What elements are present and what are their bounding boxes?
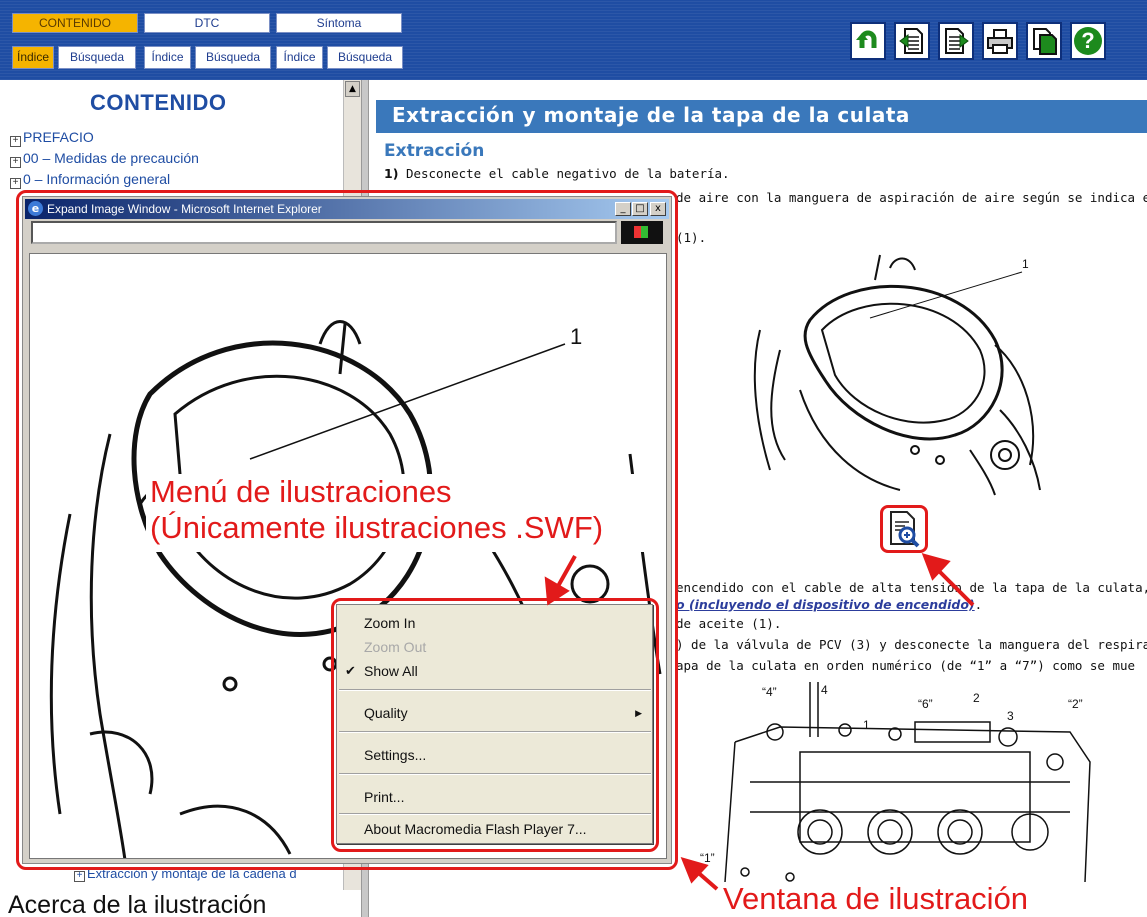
- next-page-button[interactable]: [938, 22, 974, 60]
- expand-icon[interactable]: +: [10, 178, 21, 189]
- figure-label: “4”: [762, 685, 777, 699]
- step-line: 1) Desconecte el cable negativo de la ba…: [384, 166, 730, 181]
- expand-image-button[interactable]: [880, 505, 928, 553]
- menu-annotation-line2: (Únicamente ilustraciones .SWF): [150, 510, 604, 545]
- cylinder-head-figure: “4” 4 1 “6” 2 3 “2” “1”: [700, 682, 1091, 883]
- toc-item-label: 00 – Medidas de precaución: [23, 150, 199, 166]
- cross-ref-link[interactable]: o (incluyendo el dispositivo de encendid…: [676, 597, 982, 612]
- toc-item-medidas[interactable]: +00 – Medidas de precaución: [10, 150, 199, 168]
- copy-button[interactable]: [1026, 22, 1062, 60]
- subtab-busqueda-2[interactable]: Búsqueda: [195, 46, 271, 69]
- step-text: Desconecte el cable negativo de la bater…: [405, 166, 730, 181]
- figure-label: 3: [1007, 709, 1014, 723]
- help-icon: ?: [1074, 27, 1102, 55]
- subtab-indice-3[interactable]: Índice: [276, 46, 323, 69]
- figure-label: “6”: [918, 697, 933, 711]
- print-button[interactable]: [982, 22, 1018, 60]
- toc-item-label: PREFACIO: [23, 129, 94, 145]
- toc-item-label: 0 – Información general: [23, 171, 171, 187]
- bottom-caption: Acerca de la ilustración: [8, 891, 267, 917]
- previous-page-icon: [899, 28, 923, 54]
- expand-icon[interactable]: +: [10, 136, 21, 147]
- cross-ref-link-text[interactable]: o (incluyendo el dispositivo de encendid…: [676, 597, 975, 612]
- subtab-busqueda-1[interactable]: Búsqueda: [58, 46, 136, 69]
- back-button[interactable]: [850, 22, 886, 60]
- previous-page-button[interactable]: [894, 22, 930, 60]
- subtab-indice-2[interactable]: Índice: [144, 46, 191, 69]
- menu-annotation-label: Menú de ilustraciones (Únicamente ilustr…: [146, 474, 666, 552]
- next-page-icon: [945, 28, 969, 54]
- tab-dtc[interactable]: DTC: [144, 13, 270, 33]
- figure-label: “2”: [1068, 697, 1083, 711]
- top-header: CONTENIDO DTC Síntoma Índice Búsqueda Ín…: [0, 0, 1147, 80]
- page-title: Extracción y montaje de la tapa de la cu…: [392, 103, 910, 127]
- figure-label: “1”: [700, 851, 715, 865]
- expand-icon[interactable]: +: [74, 871, 85, 882]
- step-line: (1).: [676, 230, 707, 245]
- tab-contenido[interactable]: CONTENIDO: [12, 13, 138, 33]
- figure-label: 1: [1022, 257, 1029, 271]
- back-icon: [856, 30, 877, 48]
- step-line: de aceite (1).: [676, 616, 782, 631]
- copy-icon: [1033, 28, 1057, 55]
- subtab-busqueda-3[interactable]: Búsqueda: [327, 46, 403, 69]
- window-annotation-label: Ventana de ilustración: [723, 881, 1029, 916]
- step-line: de aire con la manguera de aspiración de…: [676, 190, 1147, 205]
- tab-sintoma[interactable]: Síntoma: [276, 13, 402, 33]
- help-button[interactable]: ?: [1070, 22, 1106, 60]
- toc-item-informacion[interactable]: +0 – Información general: [10, 171, 170, 189]
- menu-highlight-frame: [331, 598, 659, 852]
- engine-figure-1: 1: [753, 254, 1041, 496]
- toc-item-prefacio[interactable]: + PREFACIO: [10, 129, 94, 147]
- scroll-up-arrow-icon[interactable]: ▲: [345, 81, 360, 97]
- step-line: ) de la válvula de PCV (3) y desconecte …: [676, 637, 1147, 652]
- figure-label: 2: [973, 691, 980, 705]
- section-title: Extracción: [384, 141, 485, 161]
- figure-label: 4: [821, 683, 828, 697]
- print-icon: [987, 29, 1013, 54]
- step-number: 1): [384, 166, 399, 181]
- step-line: apa de la culata en orden numérico (de “…: [676, 658, 1136, 673]
- figure-label: 1: [863, 718, 870, 732]
- toc-title: CONTENIDO: [90, 90, 227, 115]
- expand-icon[interactable]: +: [10, 157, 21, 168]
- subtab-indice-1[interactable]: Índice: [12, 46, 54, 69]
- magnify-page-icon: [890, 511, 920, 548]
- step-line: encendido con el cable de alta tensión d…: [676, 580, 1147, 595]
- menu-annotation-line1: Menú de ilustraciones: [150, 474, 452, 509]
- arrow-head: [921, 553, 951, 581]
